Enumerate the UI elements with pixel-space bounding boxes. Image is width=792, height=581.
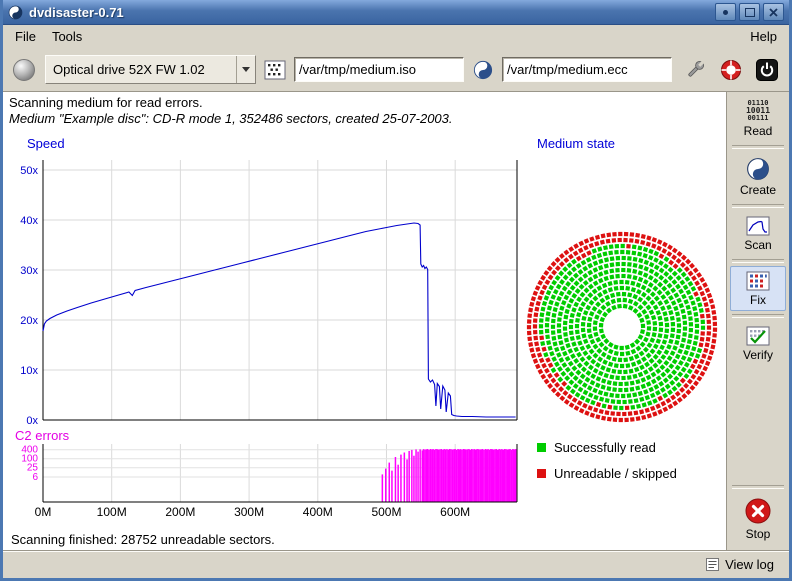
svg-text:100: 100 — [21, 454, 38, 465]
chart-area: 0M 100M 200M 300M 400M 500M 600M 0x 10x 20x 30x 40x… — [3, 92, 727, 550]
verify-button[interactable]: Verify — [730, 321, 786, 366]
read-button[interactable]: 01110 10011 00111 Read — [730, 95, 786, 142]
app-window: dvdisaster-0.71 File Tools Help Optical … — [0, 0, 792, 581]
close-icon — [769, 8, 778, 17]
scan-icon — [746, 216, 770, 236]
window-controls — [715, 3, 784, 21]
app-icon — [8, 5, 23, 20]
medium-state-legend: Successfully read Unreadable / skipped — [537, 440, 677, 492]
status-line-2: Medium "Example disc": CD-R mode 1, 3524… — [9, 111, 453, 126]
image-path-input[interactable] — [294, 57, 464, 82]
drive-selector-value: Optical drive 52X FW 1.02 — [53, 62, 232, 77]
power-icon — [755, 58, 779, 82]
read-icon: 01110 10011 00111 — [746, 100, 770, 122]
menu-help[interactable]: Help — [742, 26, 785, 47]
status-line-1: Scanning medium for read errors. — [9, 95, 203, 110]
svg-text:40x: 40x — [20, 215, 38, 227]
separator — [732, 314, 784, 318]
scan-label: Scan — [744, 238, 771, 252]
scan-result-status: Scanning finished: 28752 unreadable sect… — [11, 532, 275, 547]
quit-button[interactable] — [751, 54, 783, 86]
log-icon — [706, 558, 719, 571]
svg-text:400: 400 — [21, 445, 38, 456]
c2-errors-title: C2 errors — [15, 428, 69, 443]
svg-text:20x: 20x — [20, 315, 38, 327]
view-log-button[interactable]: View log — [699, 554, 781, 575]
svg-text:200M: 200M — [165, 505, 195, 519]
svg-text:500M: 500M — [371, 505, 401, 519]
sidebar-spacer — [728, 367, 788, 483]
svg-text:100M: 100M — [97, 505, 127, 519]
separator — [732, 485, 784, 489]
stop-label: Stop — [746, 527, 771, 541]
legend-item-bad: Unreadable / skipped — [537, 466, 677, 481]
medium-state-disc — [526, 231, 718, 423]
shade-button[interactable] — [715, 3, 736, 21]
svg-text:600M: 600M — [440, 505, 470, 519]
read-label: Read — [744, 124, 773, 138]
separator — [732, 204, 784, 208]
svg-text:300M: 300M — [234, 505, 264, 519]
drive-button[interactable] — [9, 55, 39, 85]
stop-icon — [744, 497, 772, 525]
svg-text:0M: 0M — [35, 505, 52, 519]
svg-text:50x: 50x — [20, 165, 38, 177]
good-swatch — [537, 443, 546, 452]
bad-swatch — [537, 469, 546, 478]
verify-icon — [746, 326, 770, 346]
close-button[interactable] — [763, 3, 784, 21]
legend-item-good: Successfully read — [537, 440, 677, 455]
stop-button[interactable]: Stop — [730, 492, 786, 545]
dropdown-arrow-icon — [242, 67, 250, 72]
drive-selector[interactable]: Optical drive 52X FW 1.02 — [45, 55, 256, 84]
svg-text:25: 25 — [27, 463, 39, 474]
svg-text:6: 6 — [32, 472, 38, 483]
svg-text:400M: 400M — [303, 505, 333, 519]
title-bar: dvdisaster-0.71 — [3, 0, 789, 25]
speed-chart-title: Speed — [27, 136, 65, 151]
svg-text:10x: 10x — [20, 365, 38, 377]
maximize-button[interactable] — [739, 3, 760, 21]
scan-button[interactable]: Scan — [730, 211, 786, 256]
help-button[interactable] — [715, 54, 747, 86]
fix-button[interactable]: Fix — [730, 266, 786, 311]
lifesaver-icon — [719, 58, 743, 82]
status-bar: View log — [3, 550, 789, 578]
yin-yang-icon — [746, 157, 770, 181]
svg-text:0x: 0x — [26, 415, 38, 427]
menu-file[interactable]: File — [7, 26, 44, 47]
fix-label: Fix — [750, 293, 766, 307]
action-sidebar: 01110 10011 00111 Read Create — [727, 92, 789, 550]
maximize-icon — [745, 8, 755, 17]
svg-text:30x: 30x — [20, 265, 38, 277]
toolbar: Optical drive 52X FW 1.02 — [3, 48, 789, 92]
view-log-label: View log — [725, 557, 774, 572]
medium-state-title: Medium state — [537, 136, 615, 151]
content-area: 0M 100M 200M 300M 400M 500M 600M 0x 10x 20x 30x 40x… — [3, 92, 789, 550]
separator — [732, 145, 784, 149]
verify-label: Verify — [743, 348, 773, 362]
shade-icon — [723, 10, 728, 15]
create-label: Create — [740, 183, 776, 197]
create-button[interactable]: Create — [730, 152, 786, 201]
preferences-button[interactable] — [679, 54, 711, 86]
toolbar-right-group — [679, 54, 783, 86]
window-title: dvdisaster-0.71 — [29, 5, 124, 20]
fix-icon — [746, 271, 770, 291]
bad-label: Unreadable / skipped — [554, 466, 677, 481]
menu-bar: File Tools Help — [3, 25, 789, 48]
drive-icon — [13, 59, 35, 81]
separator — [732, 259, 784, 263]
ecc-file-icon — [470, 58, 496, 82]
image-file-icon — [262, 58, 288, 82]
dropdown-arrow-box — [236, 56, 255, 83]
menu-tools[interactable]: Tools — [44, 26, 90, 47]
good-label: Successfully read — [554, 440, 656, 455]
ecc-path-input[interactable] — [502, 57, 672, 82]
wrench-icon — [683, 58, 707, 82]
